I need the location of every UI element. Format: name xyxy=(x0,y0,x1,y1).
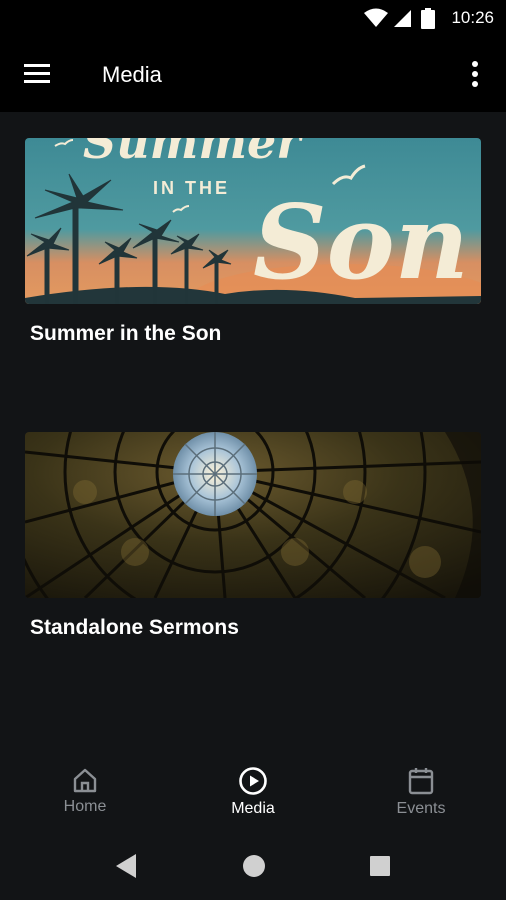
nav-home-label: Home xyxy=(63,798,107,815)
app-bar: Media xyxy=(0,36,506,112)
wifi-icon xyxy=(364,8,388,27)
series-artwork-stained-glass xyxy=(25,432,481,598)
recents-icon[interactable] xyxy=(369,852,391,880)
home-icon xyxy=(73,768,97,793)
nav-events[interactable]: Events xyxy=(366,766,476,818)
art-text-son: Son xyxy=(253,183,469,303)
art-text-summer: Summer xyxy=(83,138,304,169)
nav-media-label: Media xyxy=(231,800,275,817)
system-navigation-bar xyxy=(0,834,506,900)
nav-home[interactable]: Home xyxy=(30,766,140,816)
home-circle-icon[interactable] xyxy=(241,852,267,880)
battery-icon xyxy=(421,8,435,29)
series-title: Standalone Sermons xyxy=(30,616,239,639)
cell-signal-icon xyxy=(394,10,411,27)
series-artwork-summer: Summer IN THE Son xyxy=(25,138,481,304)
series-title: Summer in the Son xyxy=(30,322,222,345)
bottom-navigation: Home Media Events xyxy=(0,752,506,834)
calendar-icon xyxy=(408,768,434,795)
media-series-card-summer[interactable]: Summer IN THE Son Summer in the Son xyxy=(25,138,481,346)
more-vert-icon[interactable] xyxy=(464,58,486,90)
menu-icon[interactable] xyxy=(22,60,54,88)
back-icon[interactable] xyxy=(114,852,138,880)
status-time: 10:26 xyxy=(451,8,494,27)
art-text-in-the: IN THE xyxy=(153,178,230,198)
nav-events-label: Events xyxy=(396,800,446,817)
media-series-card-standalone[interactable]: Standalone Sermons xyxy=(25,432,481,640)
play-circle-icon xyxy=(239,767,267,795)
nav-media[interactable]: Media xyxy=(198,766,308,818)
page-title: Media xyxy=(102,62,162,87)
status-bar: 10:26 xyxy=(0,0,506,36)
